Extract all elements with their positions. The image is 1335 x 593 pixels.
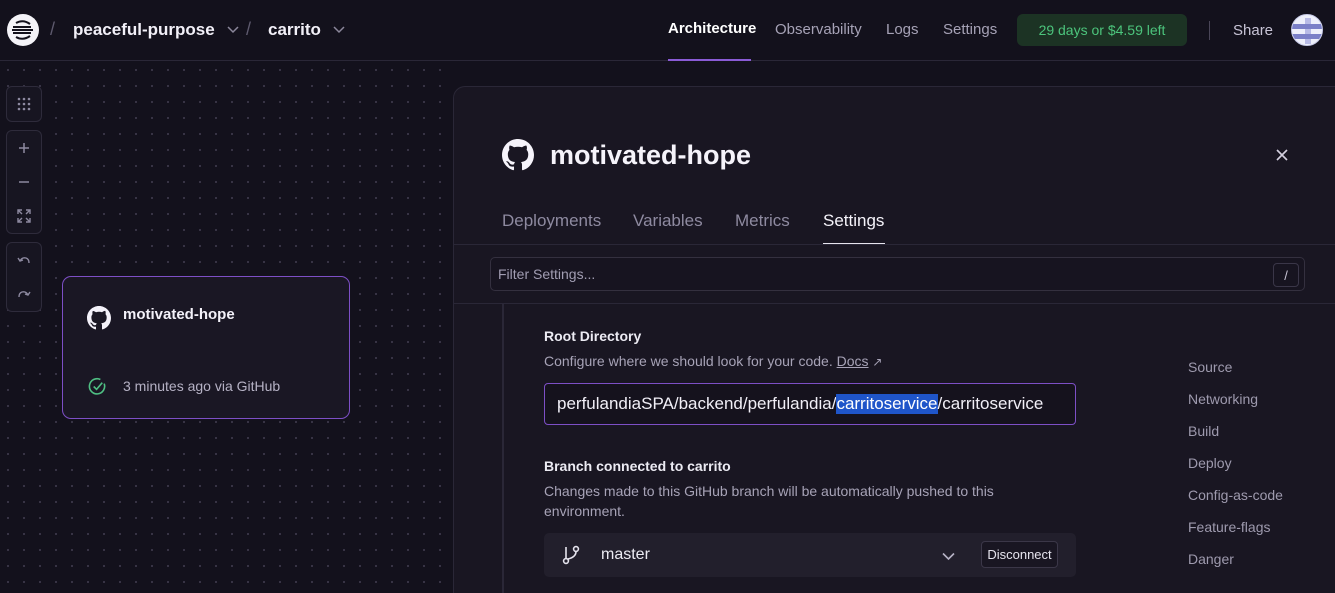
canvas-toolbar-zoom	[6, 130, 42, 234]
canvas-toolbar-grid	[6, 86, 42, 122]
settings-nav-config-as-code[interactable]: Config-as-code	[1188, 487, 1283, 503]
service-card-title: motivated-hope	[123, 306, 235, 323]
tab-settings[interactable]: Settings	[823, 211, 884, 231]
service-card[interactable]: motivated-hope 3 minutes ago via GitHub	[62, 276, 350, 419]
root-directory-value-selected: carritoservice	[836, 394, 938, 414]
chevron-down-icon	[333, 23, 345, 37]
environment-name: carrito	[268, 20, 321, 39]
deploy-status: 3 minutes ago via GitHub	[123, 378, 281, 394]
root-directory-value-after: /carritoservice	[937, 394, 1044, 413]
railway-logo-icon[interactable]	[7, 14, 39, 46]
filter-settings-input[interactable]	[490, 257, 1305, 291]
chevron-down-icon[interactable]	[942, 548, 955, 566]
branch-name: master	[601, 546, 650, 563]
close-icon[interactable]	[1276, 145, 1290, 161]
github-icon	[502, 139, 534, 176]
divider	[1209, 21, 1210, 40]
settings-nav-source[interactable]: Source	[1188, 359, 1232, 375]
tab-variables[interactable]: Variables	[633, 211, 703, 231]
breadcrumb-environment[interactable]: carrito	[268, 20, 345, 40]
active-nav-indicator	[668, 59, 751, 61]
breadcrumb-separator: /	[50, 19, 56, 39]
github-icon	[87, 306, 111, 335]
check-circle-icon	[88, 377, 107, 401]
settings-nav-deploy[interactable]: Deploy	[1188, 455, 1232, 471]
docs-link[interactable]: Docs	[837, 353, 869, 369]
canvas-toolbar-history	[6, 242, 42, 312]
divider	[454, 303, 1335, 304]
root-directory-value-before: perfulandiaSPA/backend/perfulandia/	[557, 394, 837, 413]
avatar[interactable]	[1291, 14, 1323, 46]
nav-settings[interactable]: Settings	[943, 21, 997, 38]
undo-icon[interactable]	[7, 243, 41, 277]
service-panel: motivated-hope Deployments Variables Met…	[453, 86, 1335, 593]
section-rail	[502, 304, 504, 593]
fit-view-icon[interactable]	[7, 199, 41, 233]
root-directory-description-text: Configure where we should look for your …	[544, 353, 833, 369]
root-directory-label: Root Directory	[544, 328, 642, 344]
settings-nav-danger[interactable]: Danger	[1188, 551, 1234, 567]
branch-label: Branch connected to carrito	[544, 458, 731, 474]
trial-badge[interactable]: 29 days or $4.59 left	[1017, 14, 1187, 46]
project-name: peaceful-purpose	[73, 20, 215, 39]
zoom-in-icon[interactable]	[7, 131, 41, 165]
branch-select[interactable]: master Disconnect	[544, 533, 1076, 577]
top-bar: / peaceful-purpose / carrito Architectur…	[0, 0, 1335, 61]
share-button[interactable]: Share	[1233, 22, 1273, 39]
nav-architecture[interactable]: Architecture	[668, 20, 756, 37]
git-branch-icon	[562, 545, 580, 570]
external-link-icon: ↗	[872, 355, 883, 369]
disconnect-button[interactable]: Disconnect	[981, 541, 1058, 568]
divider	[454, 244, 1335, 245]
root-directory-input[interactable]: perfulandiaSPA/backend/perfulandia/carri…	[544, 383, 1076, 425]
breadcrumb-separator: /	[246, 19, 252, 39]
breadcrumb-project[interactable]: peaceful-purpose	[73, 20, 239, 40]
settings-nav-networking[interactable]: Networking	[1188, 391, 1258, 407]
settings-nav-feature-flags[interactable]: Feature-flags	[1188, 519, 1270, 535]
shortcut-key-hint: /	[1273, 263, 1299, 287]
chevron-down-icon	[227, 23, 239, 37]
nav-observability[interactable]: Observability	[775, 21, 862, 38]
branch-description: Changes made to this GitHub branch will …	[544, 483, 994, 519]
panel-title: motivated-hope	[550, 140, 752, 170]
tab-deployments[interactable]: Deployments	[502, 211, 601, 231]
settings-nav-build[interactable]: Build	[1188, 423, 1219, 439]
nav-logs[interactable]: Logs	[886, 21, 919, 38]
root-directory-description: Configure where we should look for your …	[544, 351, 882, 372]
redo-icon[interactable]	[7, 277, 41, 311]
zoom-out-icon[interactable]	[7, 165, 41, 199]
grid-icon[interactable]	[7, 87, 41, 121]
tab-metrics[interactable]: Metrics	[735, 211, 790, 231]
